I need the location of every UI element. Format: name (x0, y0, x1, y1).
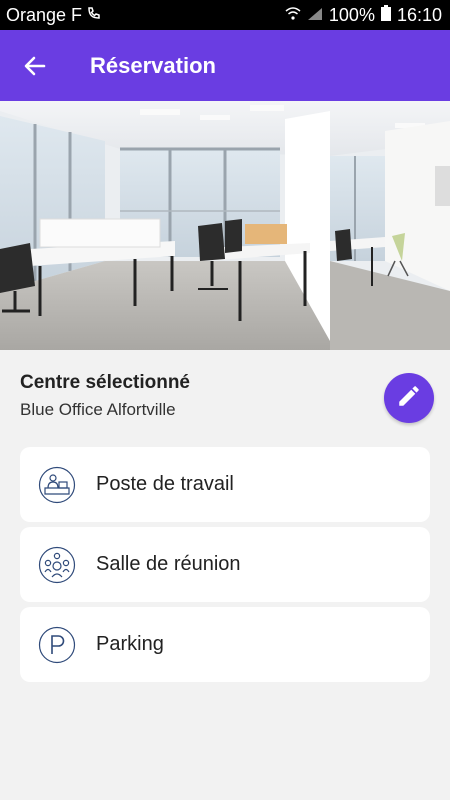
centre-name: Blue Office Alfortville (20, 400, 176, 419)
status-bar: Orange F 100% 16:10 (0, 0, 450, 30)
option-label: Salle de réunion (96, 553, 241, 575)
call-forward-icon (86, 5, 102, 26)
battery-percent: 100% (328, 4, 375, 25)
selected-centre: Centre sélectionné Blue Office Alfortvil… (20, 372, 190, 420)
back-arrow-icon[interactable] (20, 51, 50, 81)
option-meeting-room[interactable]: Salle de réunion (20, 527, 430, 602)
wifi-icon (285, 5, 301, 26)
signal-icon (307, 5, 323, 26)
clock: 16:10 (396, 4, 442, 25)
pencil-icon (396, 383, 422, 414)
option-label: Parking (96, 633, 164, 655)
battery-icon (380, 4, 391, 26)
parking-icon (38, 626, 76, 664)
office-photo (0, 101, 450, 350)
option-label: Poste de travail (96, 473, 234, 495)
app-bar: Réservation (0, 30, 450, 101)
page-title: Réservation (90, 52, 216, 78)
centre-label: Centre sélectionné (20, 372, 190, 393)
edit-centre-button[interactable] (384, 373, 434, 423)
option-parking[interactable]: Parking (20, 607, 430, 682)
desk-icon (38, 466, 76, 504)
option-workstation[interactable]: Poste de travail (20, 447, 430, 522)
meeting-room-icon (38, 546, 76, 584)
carrier-name: Orange F (6, 4, 83, 25)
